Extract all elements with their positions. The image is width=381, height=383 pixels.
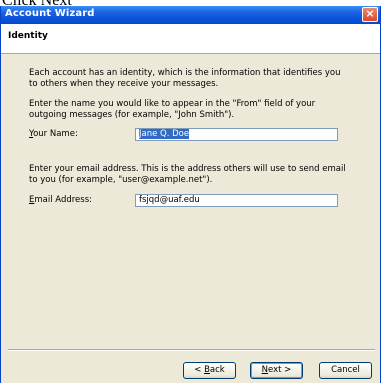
- window-title: Account Wizard: [5, 8, 95, 19]
- email-field[interactable]: fsjqd@uaf.edu: [135, 194, 338, 207]
- close-button[interactable]: ×: [362, 7, 378, 22]
- close-icon: ×: [365, 7, 375, 20]
- intro-text: Each account has an identity, which is t…: [29, 68, 341, 89]
- name-field[interactable]: Jane Q. Doe: [135, 128, 338, 141]
- email-label-rest: mail Address:: [34, 195, 93, 205]
- name-label: Your Name:: [29, 129, 78, 140]
- back-button-post: ack: [209, 365, 225, 375]
- cancel-button[interactable]: Cancel: [319, 362, 372, 379]
- name-field-value: Jane Q. Doe: [139, 129, 190, 139]
- page-title: Identity: [8, 31, 48, 41]
- next-button-post: ext >: [268, 365, 292, 375]
- email-field-value: fsjqd@uaf.edu: [139, 195, 200, 205]
- name-instructions: Enter the name you would like to appear …: [29, 99, 316, 120]
- back-button-pre: <: [194, 365, 205, 375]
- back-button[interactable]: < Back: [183, 362, 236, 379]
- title-bar[interactable]: Account Wizard ×: [1, 6, 380, 24]
- next-button[interactable]: Next >: [250, 362, 303, 379]
- email-label: Email Address:: [29, 195, 92, 206]
- button-separator: [8, 349, 375, 351]
- account-wizard-window: Account Wizard × Identity Each account h…: [0, 6, 381, 383]
- email-instructions: Enter your email address. This is the ad…: [29, 164, 346, 185]
- name-label-rest: our Name:: [33, 129, 78, 139]
- wizard-header: Identity: [1, 24, 380, 54]
